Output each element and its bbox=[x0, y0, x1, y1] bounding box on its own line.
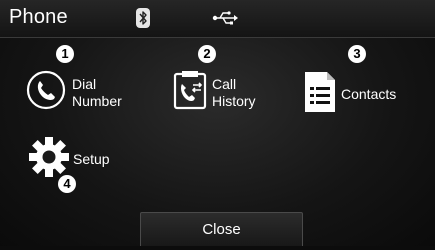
page-title: Phone bbox=[9, 6, 68, 28]
contacts-icon bbox=[303, 70, 337, 119]
phone-screen: Phone 1 Dial Number 2 Call History 3 Con… bbox=[0, 0, 435, 250]
usb-icon bbox=[212, 11, 238, 25]
call-history-icon bbox=[173, 70, 207, 115]
setup-label: Setup bbox=[73, 151, 110, 167]
contacts-button[interactable]: Contacts bbox=[303, 70, 396, 119]
title-bar: Phone bbox=[0, 0, 435, 38]
badge-3: 3 bbox=[348, 45, 366, 63]
badge-2: 2 bbox=[198, 45, 216, 63]
bottom-bar bbox=[0, 246, 435, 250]
close-button[interactable]: Close bbox=[140, 212, 303, 246]
dial-number-label: Dial Number bbox=[72, 75, 122, 109]
call-history-label: Call History bbox=[212, 75, 256, 109]
badge-1: 1 bbox=[56, 45, 74, 63]
dial-number-button[interactable]: Dial Number bbox=[26, 70, 122, 115]
badge-4: 4 bbox=[58, 175, 76, 193]
contacts-label: Contacts bbox=[341, 86, 397, 102]
call-history-button[interactable]: Call History bbox=[173, 70, 256, 115]
bluetooth-icon bbox=[136, 8, 150, 28]
phone-handset-icon bbox=[26, 70, 66, 115]
